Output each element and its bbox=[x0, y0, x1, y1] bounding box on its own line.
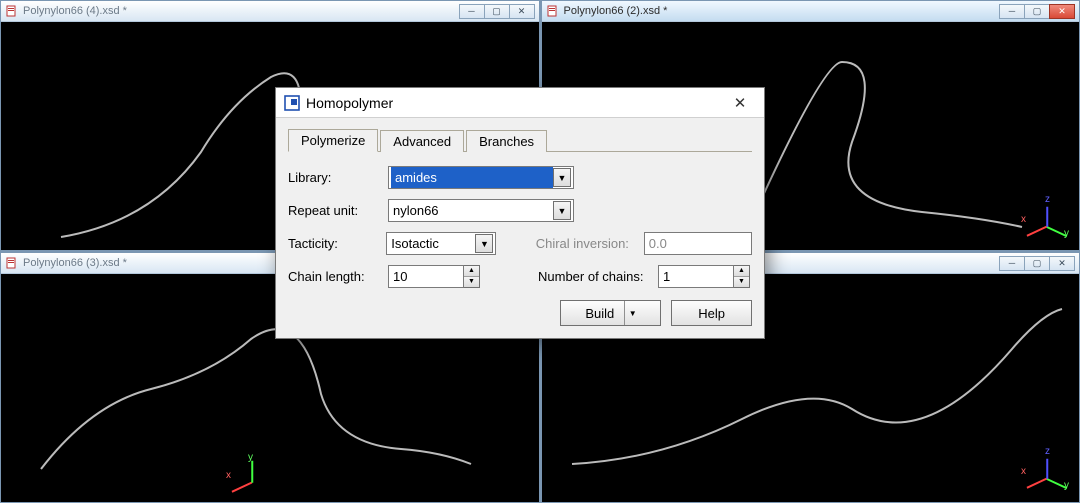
chain-length-value: 10 bbox=[388, 265, 464, 288]
document-icon bbox=[5, 256, 19, 270]
chain-length-spinner[interactable]: 10 ▲▼ bbox=[388, 265, 480, 288]
close-button[interactable]: ✕ bbox=[1049, 4, 1075, 19]
chiral-inversion-field: 0.0 bbox=[644, 232, 752, 255]
dialog-close-button[interactable]: ✕ bbox=[722, 92, 758, 114]
help-button[interactable]: Help bbox=[671, 300, 752, 326]
homopolymer-dialog: Homopolymer ✕ Polymerize Advanced Branch… bbox=[275, 87, 765, 339]
library-value: amides bbox=[391, 167, 553, 188]
chevron-down-icon[interactable]: ▼ bbox=[553, 201, 571, 220]
library-combo[interactable]: amides ▼ bbox=[388, 166, 574, 189]
spin-down-icon[interactable]: ▼ bbox=[734, 277, 749, 288]
repeat-unit-combo[interactable]: nylon66 ▼ bbox=[388, 199, 574, 222]
chiral-inversion-label: Chiral inversion: bbox=[536, 236, 644, 251]
tabstrip: Polymerize Advanced Branches bbox=[288, 128, 752, 152]
number-of-chains-label: Number of chains: bbox=[538, 269, 658, 284]
maximize-button[interactable]: ▢ bbox=[484, 4, 510, 19]
maximize-button[interactable]: ▢ bbox=[1024, 4, 1050, 19]
document-icon bbox=[546, 4, 560, 18]
chevron-down-icon[interactable]: ▼ bbox=[475, 234, 493, 253]
number-of-chains-value: 1 bbox=[658, 265, 734, 288]
tacticity-combo[interactable]: Isotactic ▼ bbox=[386, 232, 496, 255]
chain-length-label: Chain length: bbox=[288, 269, 388, 284]
app-icon bbox=[284, 95, 300, 111]
repeat-unit-value: nylon66 bbox=[393, 203, 551, 218]
spin-down-icon[interactable]: ▼ bbox=[464, 277, 479, 288]
minimize-button[interactable]: ─ bbox=[999, 4, 1025, 19]
viewport-titlebar: Polynylon66 (4).xsd * ─ ▢ ✕ bbox=[1, 1, 539, 22]
axis-gizmo: xyz bbox=[1021, 194, 1067, 240]
tacticity-value: Isotactic bbox=[391, 236, 473, 251]
close-button[interactable]: ✕ bbox=[1049, 256, 1075, 271]
chevron-down-icon[interactable]: ▼ bbox=[553, 168, 571, 187]
minimize-button[interactable]: ─ bbox=[999, 256, 1025, 271]
tacticity-label: Tacticity: bbox=[288, 236, 386, 251]
spin-up-icon[interactable]: ▲ bbox=[734, 266, 749, 277]
chevron-down-icon[interactable]: ▼ bbox=[624, 301, 640, 325]
number-of-chains-spinner[interactable]: 1 ▲▼ bbox=[658, 265, 750, 288]
tab-advanced[interactable]: Advanced bbox=[380, 130, 464, 152]
axis-gizmo: xy bbox=[226, 450, 272, 496]
dialog-title: Homopolymer bbox=[306, 95, 722, 111]
viewport-title: Polynylon66 (2).xsd * bbox=[564, 5, 1001, 17]
tab-branches[interactable]: Branches bbox=[466, 130, 547, 152]
spin-up-icon[interactable]: ▲ bbox=[464, 266, 479, 277]
library-label: Library: bbox=[288, 170, 388, 185]
minimize-button[interactable]: ─ bbox=[459, 4, 485, 19]
tab-polymerize[interactable]: Polymerize bbox=[288, 129, 378, 152]
viewport-title: Polynylon66 (4).xsd * bbox=[23, 5, 460, 17]
axis-gizmo: xyz bbox=[1021, 446, 1067, 492]
dialog-titlebar[interactable]: Homopolymer ✕ bbox=[276, 88, 764, 118]
build-button[interactable]: Build ▼ bbox=[560, 300, 661, 326]
viewport-titlebar: Polynylon66 (2).xsd * ─ ▢ ✕ bbox=[542, 1, 1080, 22]
close-button[interactable]: ✕ bbox=[509, 4, 535, 19]
document-icon bbox=[5, 4, 19, 18]
maximize-button[interactable]: ▢ bbox=[1024, 256, 1050, 271]
repeat-unit-label: Repeat unit: bbox=[288, 203, 388, 218]
